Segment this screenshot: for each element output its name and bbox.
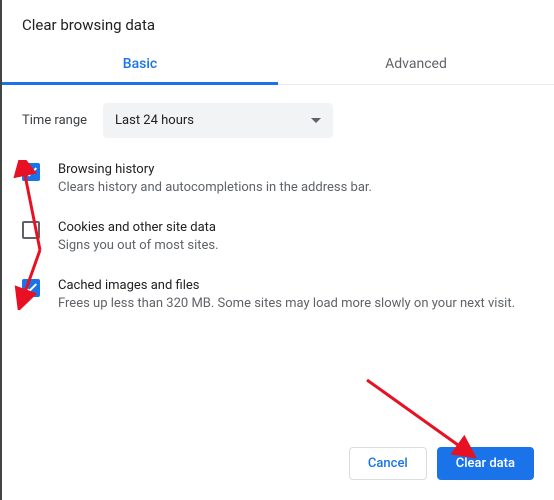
- clear-browsing-data-dialog: Clear browsing data Basic Advanced Time …: [2, 0, 554, 346]
- button-label: Cancel: [368, 456, 408, 471]
- option-desc: Frees up less than 320 MB. Some sites ma…: [58, 295, 515, 314]
- option-desc: Clears history and autocompletions in th…: [58, 179, 372, 198]
- option-title: Cookies and other site data: [58, 220, 219, 235]
- button-label: Clear data: [456, 456, 515, 471]
- option-cookies: Cookies and other site data Signs you ou…: [22, 220, 534, 256]
- option-text: Cookies and other site data Signs you ou…: [58, 220, 219, 256]
- cancel-button[interactable]: Cancel: [349, 447, 427, 480]
- checkbox-browsing-history[interactable]: [22, 163, 40, 181]
- tab-advanced[interactable]: Advanced: [278, 44, 554, 84]
- option-text: Cached images and files Frees up less th…: [58, 278, 515, 314]
- checkbox-cookies[interactable]: [22, 221, 40, 239]
- option-desc: Signs you out of most sites.: [58, 237, 219, 256]
- dialog-content: Time range Last 24 hours Browsing histor…: [2, 85, 554, 346]
- option-title: Cached images and files: [58, 278, 515, 293]
- time-range-select[interactable]: Last 24 hours: [103, 103, 333, 138]
- dropdown-caret-icon: [311, 113, 321, 128]
- option-cached: Cached images and files Frees up less th…: [22, 278, 534, 314]
- tab-label: Advanced: [385, 56, 447, 72]
- option-browsing-history: Browsing history Clears history and auto…: [22, 162, 534, 198]
- tab-basic[interactable]: Basic: [2, 44, 278, 84]
- checkbox-cached[interactable]: [22, 279, 40, 297]
- clear-data-button[interactable]: Clear data: [437, 447, 534, 480]
- option-title: Browsing history: [58, 162, 372, 177]
- time-range-row: Time range Last 24 hours: [22, 103, 534, 138]
- time-range-label: Time range: [22, 113, 87, 128]
- dialog-title: Clear browsing data: [2, 0, 554, 44]
- option-text: Browsing history Clears history and auto…: [58, 162, 372, 198]
- time-range-value: Last 24 hours: [115, 113, 194, 128]
- dialog-footer: Cancel Clear data: [349, 447, 534, 480]
- tab-label: Basic: [123, 56, 157, 72]
- tab-bar: Basic Advanced: [2, 44, 554, 85]
